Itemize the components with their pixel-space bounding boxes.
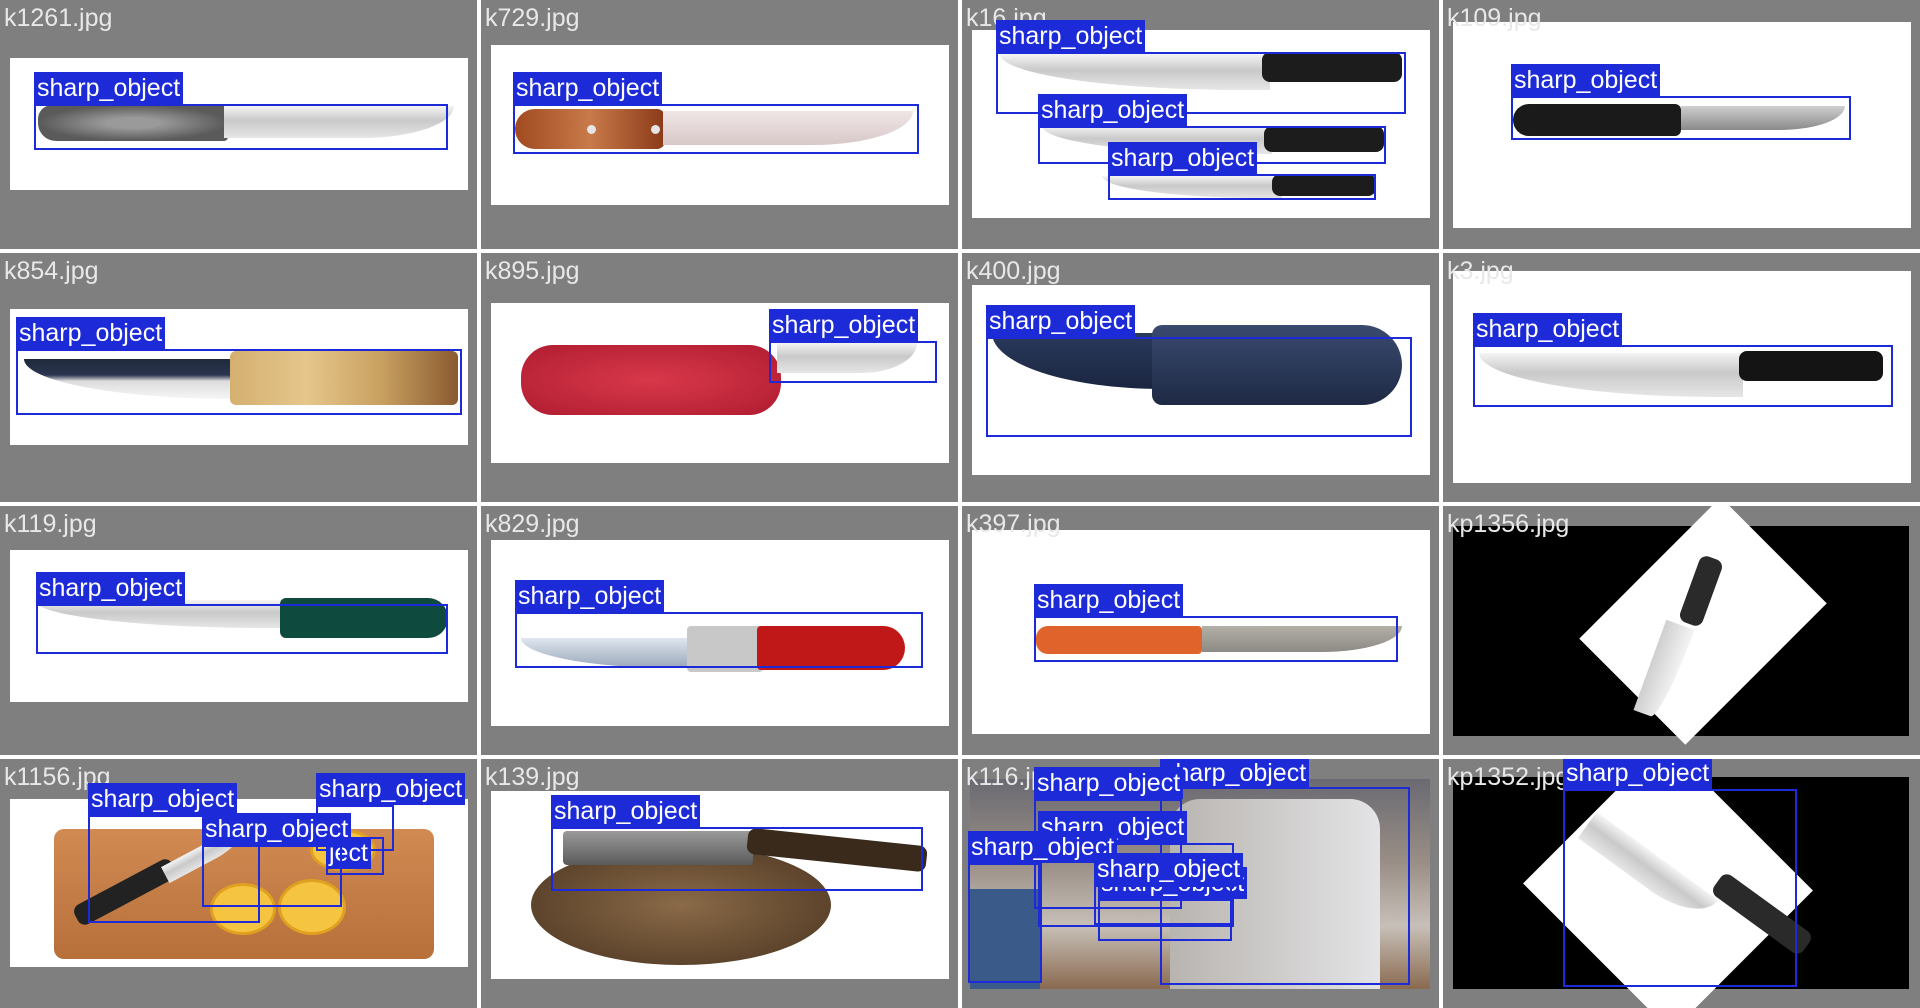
image-filename: k397.jpg <box>966 510 1061 538</box>
class-label: sharp_object <box>16 317 166 349</box>
image-tile[interactable]: kp1356.jpg <box>1443 506 1920 755</box>
class-label: sharp_object <box>551 795 701 827</box>
class-label: sharp_object <box>513 72 663 104</box>
class-label: sharp_object <box>36 572 186 604</box>
class-label: sharp_object <box>88 783 238 815</box>
image-filename: k119.jpg <box>4 510 97 538</box>
image-filename: k400.jpg <box>966 257 1061 285</box>
bounding-box[interactable]: sharp_object <box>36 572 448 654</box>
image-tile[interactable]: k400.jpg sharp_object <box>962 253 1439 502</box>
class-label: sharp_object <box>1034 767 1184 799</box>
image-tile[interactable]: k829.jpg sharp_object <box>481 506 958 755</box>
class-label: sharp_object <box>202 813 352 845</box>
class-label: sharp_object <box>986 305 1136 337</box>
image-filename: kp1352.jpg <box>1447 763 1570 791</box>
image-tile[interactable]: k397.jpg sharp_object <box>962 506 1439 755</box>
bounding-box[interactable]: sharp_object <box>1511 64 1851 140</box>
image-tile[interactable]: k139.jpg sharp_object <box>481 759 958 1008</box>
detection-grid: k1261.jpg sharp_object k729.jpg sharp_ob… <box>0 0 1920 1008</box>
image-filename: k729.jpg <box>485 4 580 32</box>
image-filename: k1261.jpg <box>4 4 113 32</box>
image-tile[interactable]: k119.jpg sharp_object <box>0 506 477 755</box>
image-tile[interactable]: k109.jpg sharp_object <box>1443 0 1920 249</box>
image-tile[interactable]: k895.jpg sharp_object <box>481 253 958 502</box>
knife-photo <box>1453 506 1909 745</box>
image-tile[interactable]: k116.jpg sharp_object sharp_object sharp… <box>962 759 1439 1008</box>
class-label: sharp_object <box>1094 853 1244 885</box>
image-tile[interactable]: k1156.jpg sharp_object sharp_object ject… <box>0 759 477 1008</box>
bounding-box[interactable]: sharp_object <box>1108 142 1376 200</box>
class-label: sharp_object <box>1511 64 1661 96</box>
bounding-box[interactable]: sharp_object <box>513 72 919 154</box>
bounding-box[interactable]: sharp_object <box>769 309 937 383</box>
bounding-box[interactable]: sharp_object <box>1094 853 1244 925</box>
class-label: sharp_object <box>1563 759 1713 789</box>
image-filename: k895.jpg <box>485 257 580 285</box>
class-label: sharp_object <box>34 72 184 104</box>
image-filename: kp1356.jpg <box>1447 510 1570 538</box>
image-tile[interactable]: k3.jpg sharp_object <box>1443 253 1920 502</box>
image-tile[interactable]: k854.jpg sharp_object <box>0 253 477 502</box>
bounding-box[interactable]: sharp_object <box>202 813 352 907</box>
image-filename: k3.jpg <box>1447 257 1514 285</box>
bounding-box[interactable]: sharp_object <box>551 795 923 891</box>
bounding-box[interactable]: sharp_object <box>1563 759 1797 987</box>
image-tile[interactable]: kp1352.jpg sharp_object <box>1443 759 1920 1008</box>
image-filename: k854.jpg <box>4 257 99 285</box>
image-filename: k139.jpg <box>485 763 580 791</box>
class-label: sharp_object <box>1108 142 1258 174</box>
image-filename: k829.jpg <box>485 510 580 538</box>
image-tile[interactable]: k729.jpg sharp_object <box>481 0 958 249</box>
class-label: sharp_object <box>769 309 919 341</box>
bounding-box[interactable]: sharp_object <box>34 72 448 150</box>
bounding-box[interactable]: sharp_object <box>986 305 1412 437</box>
bounding-box[interactable]: sharp_object <box>1034 584 1398 662</box>
class-label: sharp_object <box>1473 313 1623 345</box>
bounding-box[interactable]: sharp_object <box>1473 313 1893 407</box>
class-label: sharp_object <box>515 580 665 612</box>
image-tile[interactable]: k16.jpg sharp_object sharp_object sharp_… <box>962 0 1439 249</box>
image-tile[interactable]: k1261.jpg sharp_object <box>0 0 477 249</box>
class-label: sharp_object <box>1038 94 1188 126</box>
bounding-box[interactable]: sharp_object <box>968 831 1118 983</box>
class-label: sharp_object <box>316 773 466 805</box>
bounding-box[interactable]: sharp_object <box>16 317 462 415</box>
class-label: sharp_object <box>996 20 1146 52</box>
class-label: sharp_object <box>1034 584 1184 616</box>
bounding-box[interactable]: sharp_object <box>515 580 923 668</box>
image-filename: k109.jpg <box>1447 4 1542 32</box>
